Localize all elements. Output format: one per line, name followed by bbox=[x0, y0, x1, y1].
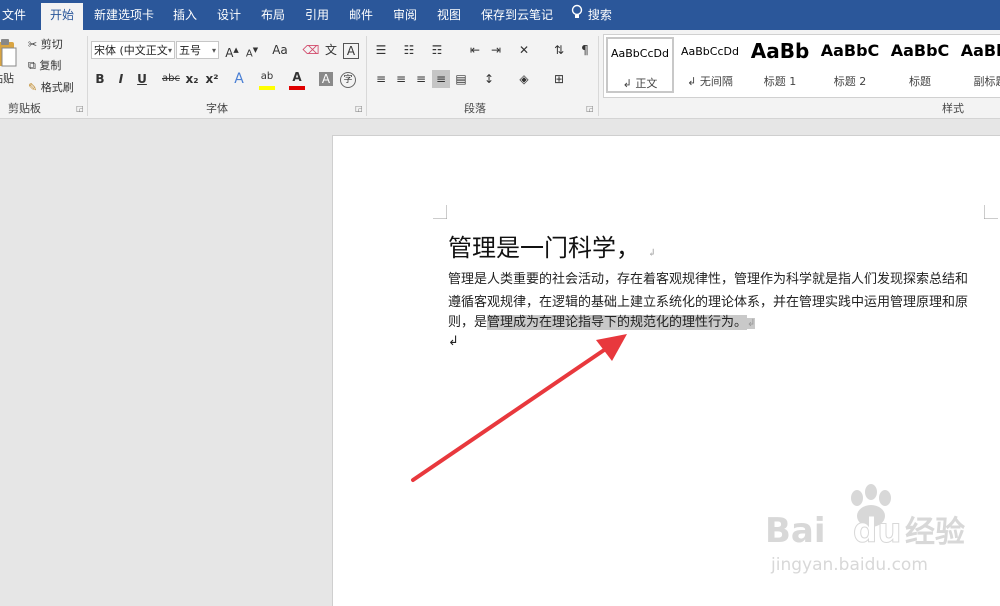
svg-text:经验: 经验 bbox=[905, 515, 965, 550]
watermark-url: jingyan.baidu.com bbox=[770, 555, 928, 575]
svg-text:du: du bbox=[853, 511, 902, 551]
baidu-watermark-logo: Bai du 经验 jingyan.baidu.com bbox=[765, 484, 965, 575]
svg-text:Bai: Bai bbox=[765, 511, 826, 551]
